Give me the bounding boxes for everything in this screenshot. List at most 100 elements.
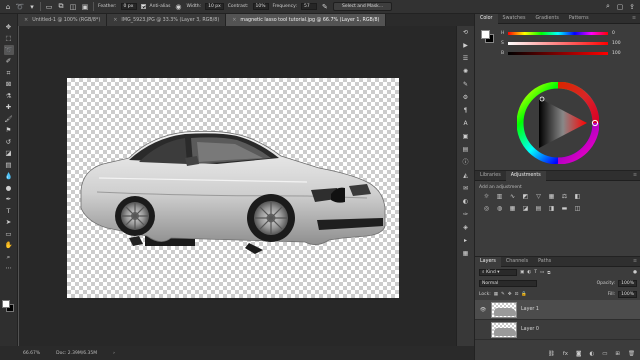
hue-slider[interactable] bbox=[508, 31, 608, 35]
color-lookup-icon[interactable]: ▦ bbox=[507, 206, 518, 212]
width-input[interactable]: 10 px bbox=[205, 3, 224, 10]
delete-layer-icon[interactable]: 🗑 bbox=[628, 351, 635, 357]
crop-tool-icon[interactable]: ⌗ bbox=[4, 68, 14, 78]
color-balance-icon[interactable]: ⚖ bbox=[559, 194, 570, 200]
hue-slider-row[interactable]: H 0 bbox=[501, 30, 629, 36]
posterize-icon[interactable]: ▤ bbox=[533, 206, 544, 212]
filter-pixel-icon[interactable]: ▣ bbox=[520, 270, 524, 275]
panel-menu-icon[interactable]: ≡ bbox=[628, 171, 640, 181]
tab-layers[interactable]: Layers bbox=[475, 257, 501, 267]
clone-source-icon[interactable]: ⚙ bbox=[463, 95, 468, 101]
blur-tool-icon[interactable]: 💧 bbox=[4, 172, 14, 182]
vibrance-icon[interactable]: ▽ bbox=[533, 194, 544, 200]
gradient-tool-icon[interactable]: ▤ bbox=[4, 160, 14, 170]
more-tools-icon[interactable]: ⋯ bbox=[4, 264, 14, 274]
tab-gradients[interactable]: Gradients bbox=[530, 14, 563, 24]
add-selection-icon[interactable]: ⧉ bbox=[57, 2, 65, 11]
tab-swatches[interactable]: Swatches bbox=[498, 14, 531, 24]
styles-icon[interactable]: ◈ bbox=[463, 225, 468, 231]
rectangle-tool-icon[interactable]: ▭ bbox=[4, 229, 14, 239]
link-layers-icon[interactable]: ⛓ bbox=[548, 351, 555, 357]
magnetic-lasso-icon[interactable]: ➰ bbox=[16, 3, 25, 11]
color-panel-swatches[interactable] bbox=[481, 30, 495, 44]
tab-magnetic-lasso-tutorial[interactable]: × magnetic lasso tool tutorial.jpg @ 66.7… bbox=[226, 14, 387, 26]
brush-tool-icon[interactable]: 🖌 bbox=[4, 114, 14, 124]
frame-tool-icon[interactable]: ⊠ bbox=[4, 80, 14, 90]
invert-icon[interactable]: ◪ bbox=[520, 206, 531, 212]
layer-name[interactable]: Layer 1 bbox=[521, 307, 539, 312]
history-brush-icon[interactable]: ↺ bbox=[4, 137, 14, 147]
foreground-color-swatch[interactable] bbox=[481, 30, 490, 39]
tab-untitled[interactable]: × Untitled-1 @ 100% (RGB/8*) bbox=[18, 14, 108, 26]
lock-all-icon[interactable]: 🔒 bbox=[521, 292, 527, 297]
filter-adjustment-icon[interactable]: ◐ bbox=[527, 270, 531, 275]
layer-row-layer-1[interactable]: 👁 Layer 1 bbox=[475, 300, 640, 320]
canvas-area[interactable] bbox=[19, 26, 474, 346]
close-icon[interactable]: × bbox=[113, 17, 117, 23]
new-group-icon[interactable]: ▭ bbox=[602, 351, 607, 357]
blend-mode-select[interactable]: Normal bbox=[479, 280, 537, 287]
lock-transparent-icon[interactable]: ▦ bbox=[494, 292, 498, 297]
eye-icon[interactable]: 👁 bbox=[479, 307, 487, 313]
filter-type-icon[interactable]: T bbox=[534, 270, 537, 275]
paragraph-icon[interactable]: ¶ bbox=[464, 108, 468, 114]
contrast-input[interactable]: 10% bbox=[252, 3, 269, 10]
add-mask-icon[interactable]: ◙ bbox=[576, 351, 581, 357]
doc-size[interactable]: Doc: 2.39M/6.35M bbox=[56, 351, 97, 356]
layer-name[interactable]: Layer 0 bbox=[521, 327, 539, 332]
clone-stamp-icon[interactable]: ⚑ bbox=[4, 126, 14, 136]
exposure-icon[interactable]: ◩ bbox=[520, 194, 531, 200]
path-selection-icon[interactable]: ➤ bbox=[4, 218, 14, 228]
timeline-icon[interactable]: ▦ bbox=[463, 251, 469, 257]
hue-saturation-icon[interactable]: ▦ bbox=[546, 194, 557, 200]
brightness-contrast-icon[interactable]: ☼ bbox=[481, 194, 492, 200]
glyphs-icon[interactable]: ▣ bbox=[463, 134, 469, 140]
curves-icon[interactable]: ∿ bbox=[507, 194, 518, 200]
marquee-tool-icon[interactable]: ⬚ bbox=[4, 34, 14, 44]
feather-input[interactable]: 0 px bbox=[120, 3, 137, 10]
threshold-icon[interactable]: ◨ bbox=[546, 206, 557, 212]
frequency-input[interactable]: 57 bbox=[300, 3, 317, 10]
levels-icon[interactable]: ▥ bbox=[494, 194, 505, 200]
search-icon[interactable]: ⌕ bbox=[604, 2, 612, 11]
share-icon[interactable]: ⇪ bbox=[628, 3, 636, 11]
pen-tool-icon[interactable]: ✒ bbox=[4, 195, 14, 205]
tab-color[interactable]: Color bbox=[475, 14, 498, 24]
notes-icon[interactable]: ✉ bbox=[463, 186, 468, 192]
panel-menu-icon[interactable]: ≡ bbox=[628, 257, 640, 267]
chevron-right-icon[interactable]: › bbox=[113, 351, 115, 356]
layer-style-icon[interactable]: fx bbox=[563, 351, 568, 357]
healing-brush-icon[interactable]: ✚ bbox=[4, 103, 14, 113]
properties-icon[interactable]: ☰ bbox=[463, 56, 468, 62]
brushes-icon[interactable]: ✺ bbox=[463, 69, 468, 75]
move-tool-icon[interactable]: ✥ bbox=[4, 22, 14, 32]
paths-icon[interactable]: ✑ bbox=[463, 212, 468, 218]
home-icon[interactable]: ⌂ bbox=[4, 3, 12, 11]
lock-artboard-icon[interactable]: ⊡ bbox=[515, 292, 519, 297]
saturation-slider[interactable] bbox=[508, 41, 608, 45]
saturation-slider-row[interactable]: S 100 bbox=[501, 40, 629, 46]
zoom-level[interactable]: 66.67% bbox=[23, 351, 40, 356]
brightness-slider-row[interactable]: B 100 bbox=[501, 50, 629, 56]
antialias-checkbox[interactable] bbox=[140, 4, 146, 9]
select-and-mask-button[interactable]: Select and Mask... bbox=[332, 2, 393, 11]
color-wheel[interactable] bbox=[517, 82, 599, 164]
document-canvas[interactable] bbox=[67, 78, 399, 298]
close-icon[interactable]: × bbox=[232, 17, 236, 23]
new-layer-icon[interactable]: ⊞ bbox=[615, 351, 620, 357]
new-adjustment-icon[interactable]: ◐ bbox=[589, 351, 594, 357]
subtract-selection-icon[interactable]: ◫ bbox=[69, 3, 77, 11]
workspace-icon[interactable]: ▢ bbox=[616, 3, 624, 11]
layer-row-layer-0[interactable]: Layer 0 bbox=[475, 320, 640, 340]
eraser-tool-icon[interactable]: ◪ bbox=[4, 149, 14, 159]
brush-settings-icon[interactable]: ✎ bbox=[463, 82, 468, 88]
tab-channels[interactable]: Channels bbox=[501, 257, 533, 267]
color-swatches[interactable] bbox=[2, 300, 16, 316]
fill-input[interactable]: 100% bbox=[618, 291, 637, 298]
intersect-selection-icon[interactable]: ▣ bbox=[81, 3, 89, 11]
foreground-color-swatch[interactable] bbox=[2, 300, 10, 308]
history-icon[interactable]: ⟲ bbox=[463, 30, 468, 36]
navigator-icon[interactable]: ◭ bbox=[463, 173, 468, 179]
hand-tool-icon[interactable]: ✋ bbox=[4, 241, 14, 251]
tab-paths[interactable]: Paths bbox=[533, 257, 556, 267]
